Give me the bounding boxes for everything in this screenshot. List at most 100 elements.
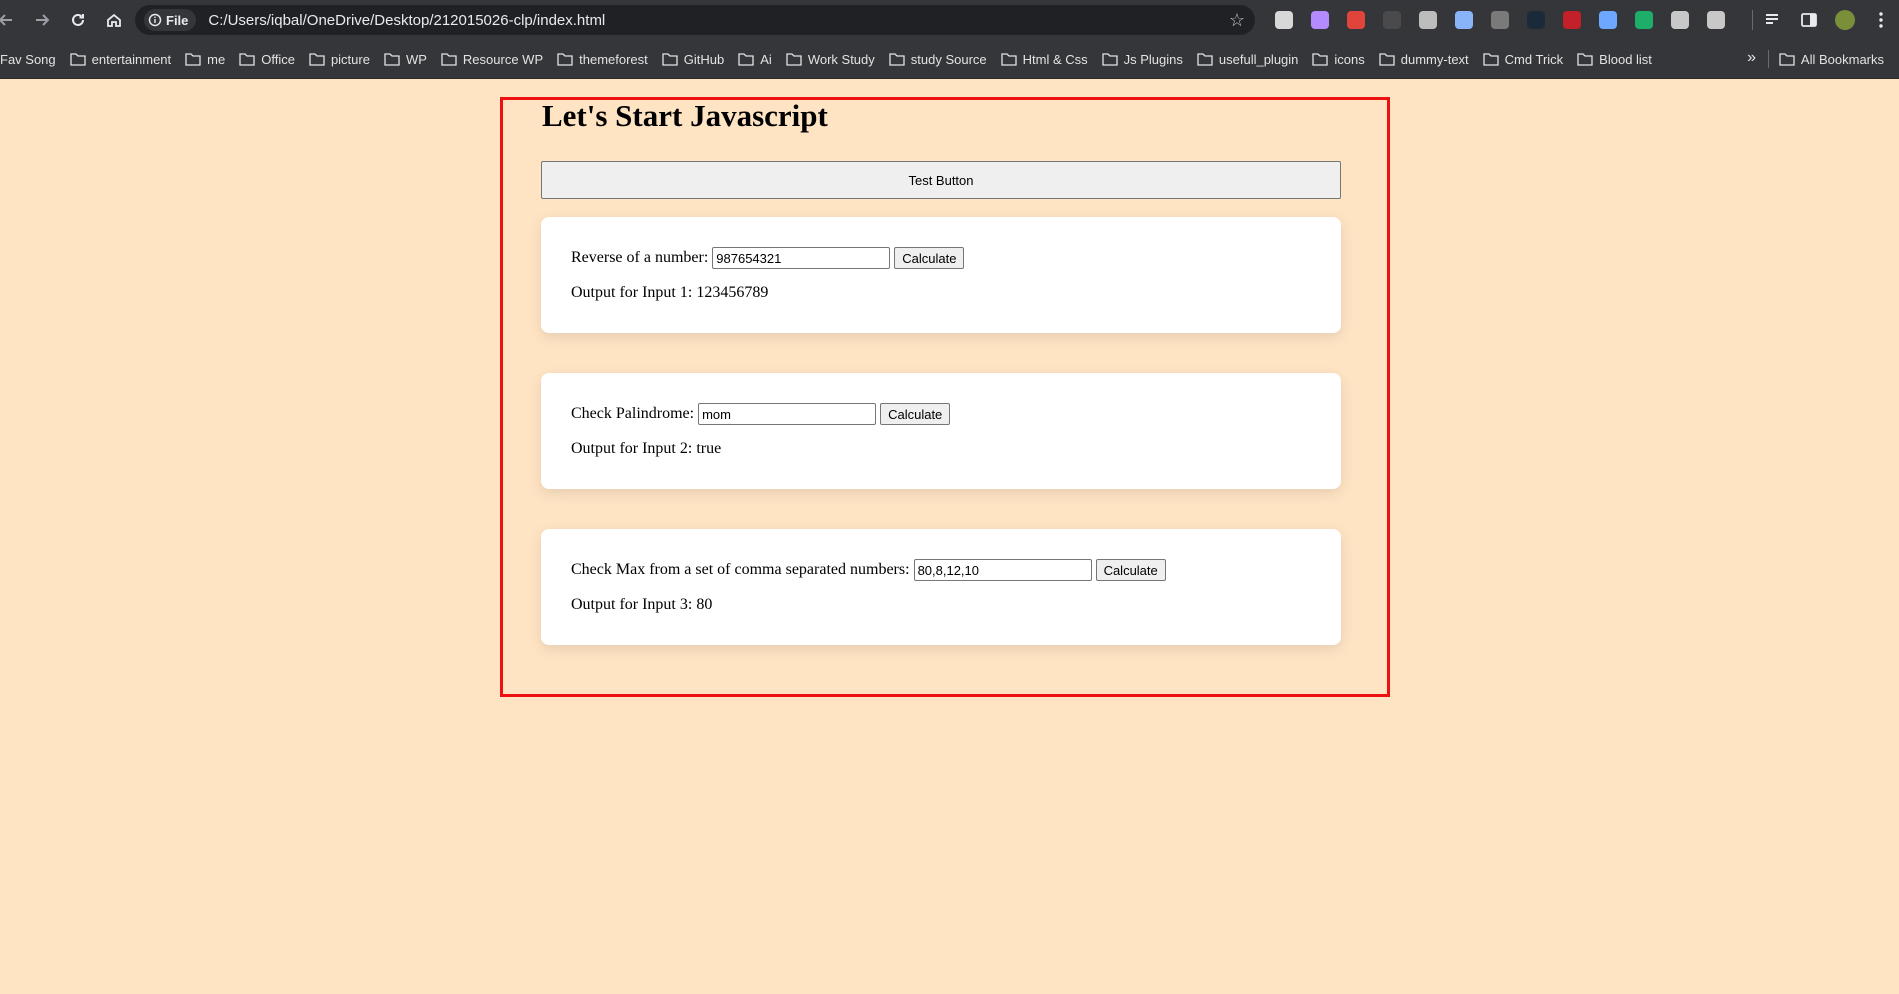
bookmark-star-icon[interactable]: ☆ bbox=[1229, 10, 1245, 31]
palindrome-label: Check Palindrome: bbox=[571, 405, 695, 422]
max-number-input[interactable] bbox=[913, 559, 1092, 581]
bookmark-label: picture bbox=[330, 51, 370, 67]
bookmark-label: Ai bbox=[760, 51, 772, 67]
folder-icon bbox=[70, 52, 86, 66]
folder-icon bbox=[384, 52, 400, 66]
folder-icon bbox=[1779, 52, 1795, 66]
reload-icon[interactable] bbox=[60, 2, 96, 38]
bookmark-folder[interactable]: themeforest bbox=[550, 45, 655, 73]
home-icon[interactable] bbox=[96, 2, 132, 38]
content-frame: Let's Start Javascript Test Button Rever… bbox=[500, 97, 1390, 697]
folder-icon bbox=[1000, 52, 1017, 66]
profile-avatar-icon[interactable] bbox=[1827, 0, 1863, 40]
bookmarks-overflow-icon[interactable]: » bbox=[1747, 49, 1756, 67]
all-bookmarks[interactable]: All Bookmarks bbox=[1772, 45, 1891, 73]
bookmark-label: me bbox=[207, 51, 226, 67]
ublock-icon[interactable] bbox=[1554, 0, 1590, 40]
bookmark-folder[interactable]: Html & Css bbox=[994, 45, 1095, 73]
folder-icon bbox=[309, 52, 325, 66]
browser-toolbar: File C:/Users/iqbal/OneDrive/Desktop/212… bbox=[0, 0, 1899, 40]
menu-kebab-icon[interactable] bbox=[1863, 0, 1899, 40]
bookmark-folder[interactable]: Office bbox=[232, 45, 302, 73]
grammarly-icon[interactable] bbox=[1626, 0, 1662, 40]
dark-ext-icon[interactable] bbox=[1374, 0, 1410, 40]
bookmark-label: Html & Css bbox=[1022, 51, 1088, 67]
screen-capture-icon[interactable] bbox=[1446, 0, 1482, 40]
palindrome-output: Output for Input 2: true bbox=[571, 440, 722, 457]
bookmark-folder[interactable]: Cmd Trick bbox=[1476, 45, 1571, 73]
max-calculate-button[interactable]: Calculate bbox=[1095, 559, 1166, 581]
bookmark-label: WP bbox=[405, 51, 427, 67]
folder-icon bbox=[1483, 52, 1499, 66]
folder-icon bbox=[1577, 52, 1593, 66]
url-text[interactable]: C:/Users/iqbal/OneDrive/Desktop/21201502… bbox=[208, 12, 605, 29]
palindrome-input[interactable] bbox=[698, 403, 877, 425]
bookmark-folder[interactable]: Blood list bbox=[1570, 45, 1659, 73]
bookmark-folder[interactable]: dummy-text bbox=[1372, 45, 1476, 73]
dark-reader-icon[interactable] bbox=[1518, 0, 1554, 40]
bookmark-folder[interactable]: usefull_plugin bbox=[1190, 45, 1306, 73]
reverse-number-label: Reverse of a number: bbox=[571, 249, 709, 266]
test-button[interactable]: Test Button bbox=[541, 161, 1341, 199]
bookmark-label: GitHub bbox=[683, 51, 725, 67]
folder-icon bbox=[1312, 52, 1329, 66]
reverse-calculate-button[interactable]: Calculate bbox=[894, 247, 965, 269]
bookmark-folder[interactable]: Resource WP bbox=[434, 45, 550, 73]
folder-icon bbox=[185, 52, 201, 66]
globe-icon[interactable] bbox=[1662, 0, 1698, 40]
bookmark-folder[interactable]: WP bbox=[377, 45, 434, 73]
bookmark-label: Resource WP bbox=[462, 51, 544, 67]
forward-icon[interactable] bbox=[24, 2, 60, 38]
all-bookmarks-label: All Bookmarks bbox=[1800, 51, 1884, 67]
toolbar-divider bbox=[1752, 10, 1753, 30]
extensions-bar bbox=[1266, 0, 1734, 40]
max-output: Output for Input 3: 80 bbox=[571, 596, 713, 613]
bookmark-folder[interactable]: Ai bbox=[731, 45, 779, 73]
reverse-output: Output for Input 1: 123456789 bbox=[571, 284, 769, 301]
color-wheel-icon[interactable] bbox=[1338, 0, 1374, 40]
side-panel-icon[interactable] bbox=[1791, 0, 1827, 40]
bookmark-folder[interactable]: study Source bbox=[882, 45, 994, 73]
info-icon bbox=[148, 13, 162, 27]
folder-icon bbox=[738, 52, 754, 66]
bookmark-folder[interactable]: icons bbox=[1305, 45, 1371, 73]
bookmark-label: Cmd Trick bbox=[1504, 51, 1564, 67]
bookmark-folder[interactable]: entertainment bbox=[63, 45, 179, 73]
bookmark-folder[interactable]: Js Plugins bbox=[1095, 45, 1190, 73]
bookmark-folder[interactable]: me bbox=[178, 45, 232, 73]
bookmark-folder[interactable]: Work Study bbox=[779, 45, 882, 73]
reading-list-icon[interactable] bbox=[1755, 0, 1791, 40]
camera-icon[interactable] bbox=[1410, 0, 1446, 40]
folder-icon bbox=[662, 52, 678, 66]
bookmark-folder[interactable]: GitHub bbox=[655, 45, 731, 73]
reverse-number-input[interactable] bbox=[712, 247, 891, 269]
address-bar[interactable]: File C:/Users/iqbal/OneDrive/Desktop/212… bbox=[135, 5, 1255, 35]
page-title: Let's Start Javascript bbox=[542, 98, 828, 133]
folder-icon bbox=[1197, 52, 1213, 66]
max-number-label: Check Max from a set of comma separated … bbox=[571, 561, 910, 578]
bookmark-label: study Source bbox=[910, 51, 987, 67]
back-icon[interactable] bbox=[0, 2, 24, 38]
bookmark-label: dummy-text bbox=[1400, 51, 1469, 67]
bookmark-label: usefull_plugin bbox=[1218, 51, 1299, 67]
bookmark-label: themeforest bbox=[579, 51, 648, 67]
bookmark-label: Js Plugins bbox=[1123, 51, 1183, 67]
font-icon[interactable] bbox=[1266, 0, 1302, 40]
bookmark-label: Work Study bbox=[807, 51, 875, 67]
bookmark-folder[interactable]: Fav Song bbox=[0, 45, 63, 73]
folder-icon bbox=[1379, 52, 1395, 66]
folder-icon bbox=[441, 52, 457, 66]
ruler-icon[interactable] bbox=[1482, 0, 1518, 40]
extensions-puzzle-icon[interactable] bbox=[1698, 0, 1734, 40]
feather-icon[interactable] bbox=[1302, 0, 1338, 40]
site-info-chip[interactable]: File bbox=[144, 9, 197, 31]
bookmark-label: icons bbox=[1334, 51, 1365, 67]
bookmark-label: Blood list bbox=[1599, 51, 1652, 67]
bookmarks-divider bbox=[1768, 50, 1769, 68]
palindrome-calculate-button[interactable]: Calculate bbox=[880, 403, 951, 425]
screenshot-icon[interactable] bbox=[1590, 0, 1626, 40]
bookmark-label: Office bbox=[261, 51, 295, 67]
folder-icon bbox=[1101, 52, 1118, 66]
folder-icon bbox=[889, 52, 905, 66]
bookmark-folder[interactable]: picture bbox=[302, 45, 377, 73]
